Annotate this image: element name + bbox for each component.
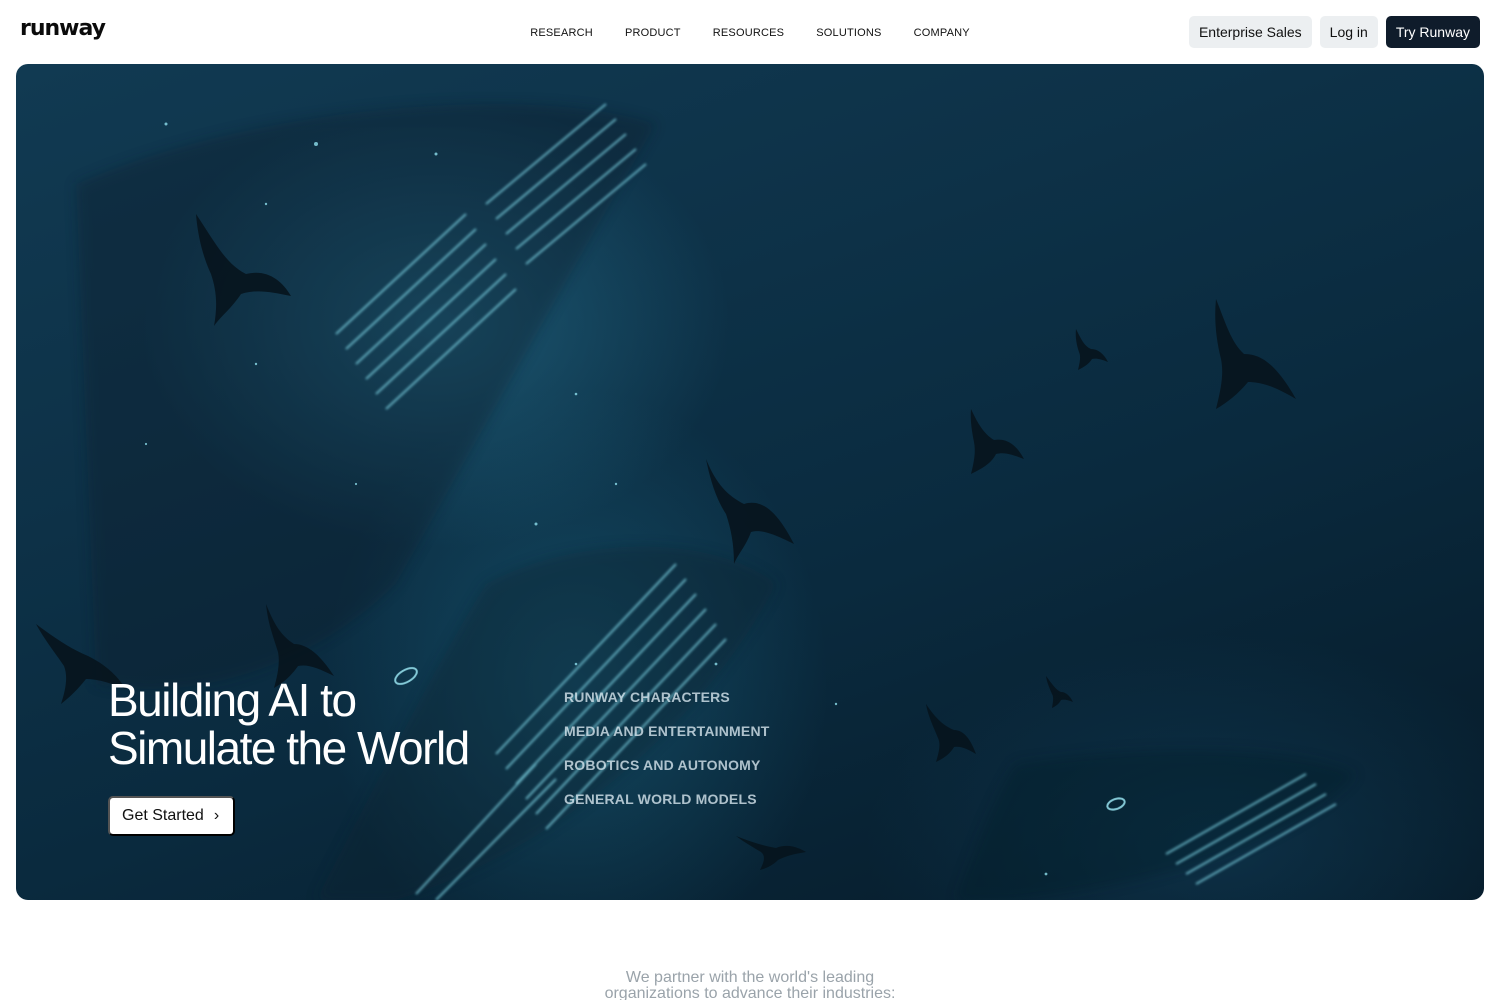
hero-link-robotics-autonomy[interactable]: ROBOTICS AND AUTONOMY xyxy=(564,756,770,774)
hero-title-line2: Simulate the World xyxy=(108,722,470,774)
nav-item-solutions[interactable]: SOLUTIONS xyxy=(816,27,881,39)
nav-item-resources[interactable]: RESOURCES xyxy=(713,27,784,39)
hero-solution-links: RUNWAY CHARACTERS MEDIA AND ENTERTAINMEN… xyxy=(564,688,770,808)
nav-item-product[interactable]: PRODUCT xyxy=(625,27,681,39)
nav-item-research[interactable]: RESEARCH xyxy=(530,27,593,39)
login-button[interactable]: Log in xyxy=(1319,16,1378,48)
get-started-button[interactable]: Get Started › xyxy=(108,796,236,836)
nav-item-company[interactable]: COMPANY xyxy=(914,27,970,39)
try-runway-button[interactable]: Try Runway xyxy=(1385,16,1480,48)
header-actions: Enterprise Sales Log in Try Runway xyxy=(1188,16,1480,48)
hero-link-media-entertainment[interactable]: MEDIA AND ENTERTAINMENT xyxy=(564,722,770,740)
partner-text-line2: organizations to advance their industrie… xyxy=(604,985,896,1000)
hero-section: Building AI to Simulate the World Get St… xyxy=(16,64,1484,900)
hero-title-line1: Building AI to xyxy=(108,674,357,726)
get-started-label: Get Started xyxy=(122,807,204,824)
partner-text-line1: We partner with the world's leading xyxy=(625,969,875,986)
hero-link-general-world-models[interactable]: GENERAL WORLD MODELS xyxy=(564,790,770,808)
partner-text: We partner with the world's leading orga… xyxy=(0,970,1500,1000)
hero-link-runway-characters[interactable]: RUNWAY CHARACTERS xyxy=(564,688,770,706)
chevron-right-icon: › xyxy=(213,807,220,824)
enterprise-sales-button[interactable]: Enterprise Sales xyxy=(1188,16,1312,48)
site-header: runway RESEARCH PRODUCT RESOURCES SOLUTI… xyxy=(0,0,1500,64)
hero-title: Building AI to Simulate the World xyxy=(108,676,528,772)
